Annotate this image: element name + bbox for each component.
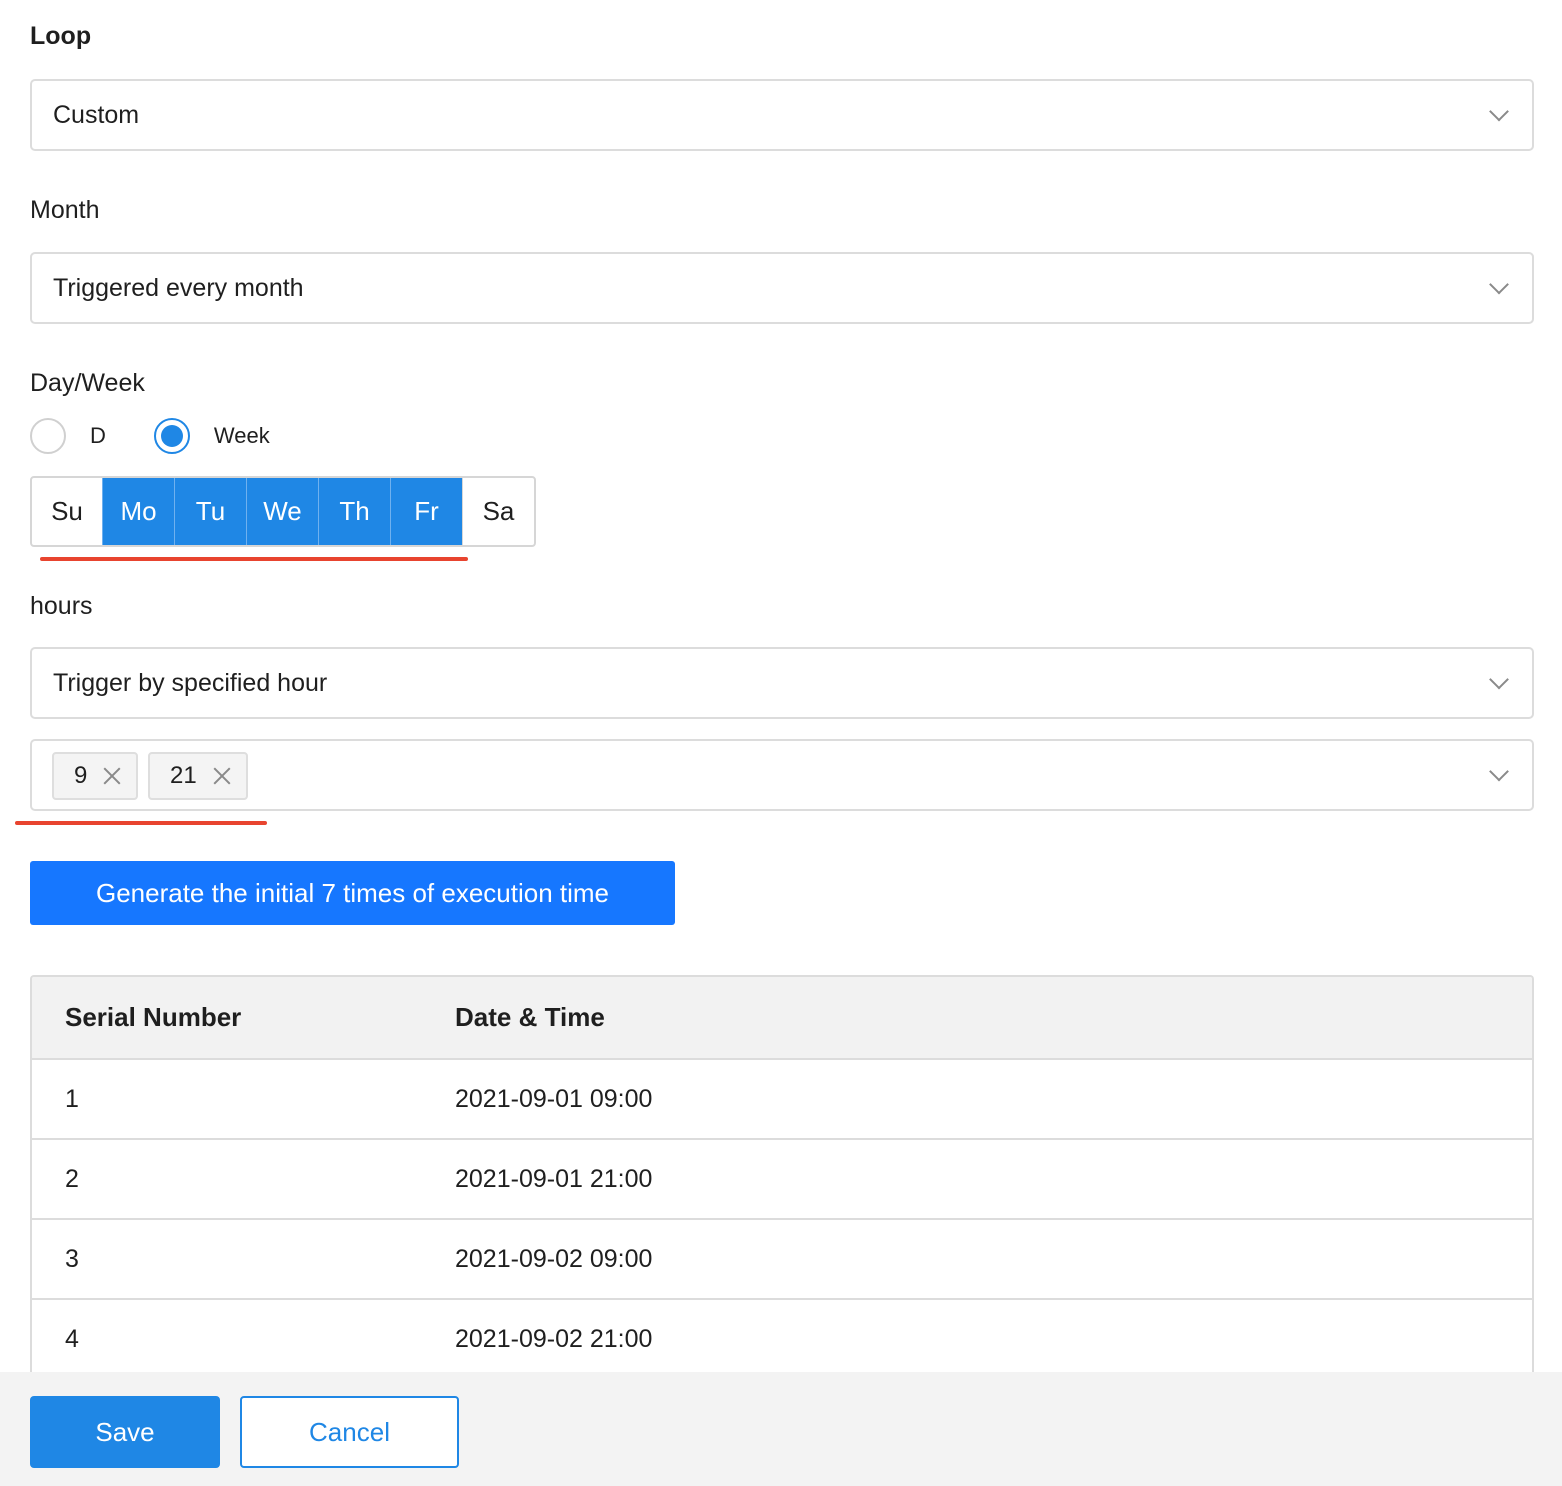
datetime-cell: 2021-09-02 21:00 [455,1324,653,1353]
weekday-mo[interactable]: Mo [102,478,174,545]
month-select-value: Triggered every month [53,273,304,302]
radio-day-label[interactable]: D [90,423,106,449]
hour-tag: 21 [148,752,248,800]
chevron-down-icon [1489,761,1509,782]
chevron-down-icon [1489,669,1509,690]
schedule-settings-form: Loop Custom Month Triggered every month … [0,0,1562,1486]
loop-select[interactable]: Custom [30,79,1534,151]
serial-cell: 1 [65,1084,79,1113]
radio-selected-dot [160,425,183,447]
hour-tag-label: 9 [74,762,88,789]
weekday-fr[interactable]: Fr [390,478,462,545]
table-row: 3 2021-09-02 09:00 [32,1220,1532,1300]
month-select[interactable]: Triggered every month [30,252,1534,324]
column-header-serial: Serial Number [65,1002,242,1032]
datetime-cell: 2021-09-01 21:00 [455,1164,653,1193]
table-row: 4 2021-09-02 21:00 [32,1300,1532,1380]
execution-times-table: Serial Number Date & Time 1 2021-09-01 0… [30,975,1534,1395]
chevron-down-icon [1489,274,1509,295]
close-icon[interactable] [101,765,123,787]
datetime-cell: 2021-09-02 09:00 [455,1244,653,1273]
hour-tag-label: 21 [170,762,197,789]
dayweek-radio-group: D Week [30,416,318,456]
weekday-sa[interactable]: Sa [462,478,534,545]
weekday-we[interactable]: We [246,478,318,545]
annotation-underline [15,821,267,825]
weekday-th[interactable]: Th [318,478,390,545]
close-icon[interactable] [211,765,233,787]
datetime-cell: 2021-09-01 09:00 [455,1084,653,1113]
save-button[interactable]: Save [30,1396,220,1468]
weekday-tu[interactable]: Tu [174,478,246,545]
table-row: 2 2021-09-01 21:00 [32,1140,1532,1220]
weekday-su[interactable]: Su [32,478,102,545]
dayweek-label: Day/Week [30,369,145,397]
serial-cell: 4 [65,1324,79,1353]
weekday-picker: Su Mo Tu We Th Fr Sa [30,476,536,547]
month-label: Month [30,196,100,224]
radio-week-label[interactable]: Week [214,423,270,449]
hour-tag: 9 [52,752,138,800]
table-header: Serial Number Date & Time [32,977,1532,1060]
table-row: 1 2021-09-01 09:00 [32,1060,1532,1140]
annotation-underline [40,557,468,561]
cancel-button[interactable]: Cancel [240,1396,459,1468]
hours-multi-select[interactable]: 9 21 [30,739,1534,811]
loop-label: Loop [30,22,92,50]
radio-day[interactable] [30,418,66,454]
serial-cell: 2 [65,1164,79,1193]
footer-bar: Save Cancel [0,1372,1562,1486]
serial-cell: 3 [65,1244,79,1273]
hours-mode-value: Trigger by specified hour [53,668,328,697]
chevron-down-icon [1489,101,1509,122]
column-header-datetime: Date & Time [455,1002,605,1032]
radio-week[interactable] [153,418,190,454]
loop-select-value: Custom [53,100,140,129]
generate-execution-times-button[interactable]: Generate the initial 7 times of executio… [30,861,675,925]
hours-label: hours [30,592,93,620]
hours-mode-select[interactable]: Trigger by specified hour [30,647,1534,719]
